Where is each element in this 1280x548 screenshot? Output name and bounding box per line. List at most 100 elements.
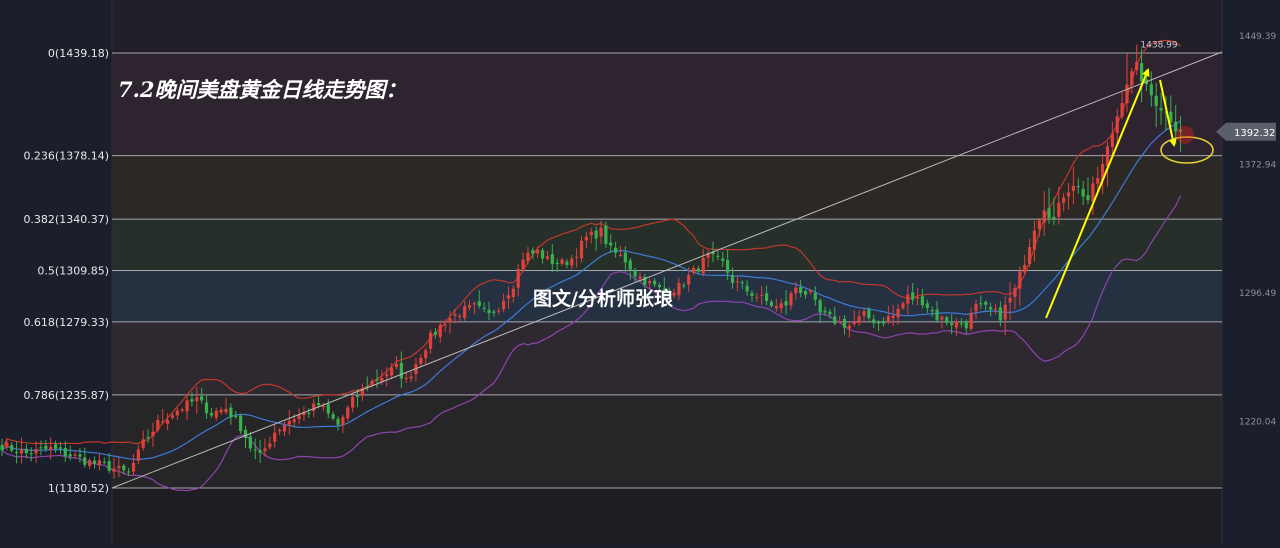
candle-body	[307, 413, 311, 415]
candle-body	[73, 454, 77, 456]
candle-body	[623, 252, 627, 263]
candle-body	[424, 350, 428, 359]
candle	[239, 413, 243, 435]
fib-zone	[112, 488, 1222, 544]
candle-body	[867, 309, 871, 319]
candle-body	[774, 306, 778, 309]
candle-body	[896, 308, 900, 318]
candle-body	[799, 287, 803, 293]
candle-body	[998, 307, 1002, 321]
candle-body	[273, 432, 277, 442]
right-axis-label: 1449.39	[1239, 32, 1276, 42]
candle-body	[726, 259, 730, 273]
candle-body	[15, 451, 19, 454]
candle-body	[730, 275, 735, 283]
candle-body	[609, 242, 613, 246]
candle-body	[1154, 95, 1158, 106]
candle-body	[779, 303, 783, 309]
candle-body	[438, 324, 442, 337]
candle-body	[915, 296, 920, 299]
candle-body	[341, 417, 345, 426]
candle-body	[750, 293, 754, 296]
candle-body	[735, 281, 739, 283]
candle-body	[1159, 108, 1163, 111]
candle-body	[648, 280, 652, 284]
candle-body	[984, 301, 988, 305]
fib-label: 0.5(1309.85)	[37, 265, 109, 278]
fib-zone	[112, 0, 1222, 53]
candle-body	[516, 269, 520, 288]
candle-body	[657, 284, 662, 288]
candle-body	[891, 315, 895, 319]
candle-body	[579, 240, 584, 259]
candle-body	[467, 305, 472, 308]
candle-body	[769, 301, 774, 306]
candle-body	[925, 303, 929, 309]
candle-body	[141, 439, 145, 448]
candle-body	[838, 320, 842, 322]
candle-body	[803, 291, 808, 295]
candle-body	[570, 258, 574, 266]
candle-body	[721, 258, 725, 261]
candle-body	[974, 303, 978, 312]
candle-body	[63, 447, 67, 457]
candle-body	[112, 468, 116, 472]
candle-body	[370, 380, 374, 385]
candle-body	[877, 322, 881, 324]
candle-body	[1139, 63, 1144, 82]
candle-body	[355, 395, 360, 397]
candle-body	[394, 363, 399, 368]
candle-body	[200, 396, 204, 401]
fib-label: 0.786(1235.87)	[23, 389, 109, 402]
candle-body	[813, 292, 817, 300]
candle-body	[117, 466, 121, 469]
fib-zone	[112, 155, 1222, 220]
candle-body	[492, 311, 496, 313]
candle-body	[10, 445, 14, 451]
candle-body	[477, 301, 481, 307]
candle-body	[755, 296, 759, 298]
candle-body	[53, 444, 58, 449]
candle-body	[204, 402, 209, 414]
candle-body	[390, 367, 394, 376]
candle-body	[351, 396, 355, 408]
candle-body	[127, 471, 131, 473]
candle-body	[404, 378, 408, 380]
candle-body	[550, 254, 554, 264]
candle-body	[224, 408, 228, 413]
candle-body	[1149, 84, 1153, 96]
candle-body	[24, 448, 28, 454]
candle-body	[263, 448, 267, 452]
candle-body	[531, 250, 535, 254]
candle-body	[229, 407, 233, 418]
candle-body	[701, 257, 705, 274]
candle-body	[1115, 116, 1119, 134]
candle-body	[336, 418, 340, 425]
candle-body	[219, 409, 223, 413]
candle-body	[521, 259, 525, 270]
candle-body	[258, 450, 262, 453]
fib-zone	[112, 53, 1222, 156]
candle-body	[599, 227, 603, 237]
candle-body	[808, 290, 813, 293]
candle-body	[346, 407, 350, 419]
candle-body	[136, 449, 140, 461]
candle-body	[638, 276, 642, 279]
candle-body	[448, 318, 452, 323]
candle-body	[1013, 288, 1017, 297]
candle-body	[497, 310, 501, 312]
chart: 0(1439.18) 0.236(1378.14) 0.382(1340.37) 0.…	[0, 0, 1280, 544]
candle-body	[575, 256, 579, 258]
current-price-label: 1392.32	[1234, 128, 1275, 139]
candle-body	[560, 259, 564, 264]
candle-body	[287, 420, 291, 425]
candle-body	[175, 410, 179, 416]
candle-body	[1052, 216, 1056, 219]
candle-body	[847, 325, 851, 329]
candle-body	[78, 454, 82, 457]
candle-body	[68, 454, 72, 457]
candle-body	[156, 419, 160, 430]
candle-body	[277, 429, 282, 432]
candle-body	[122, 465, 126, 471]
candle-body	[5, 442, 9, 448]
